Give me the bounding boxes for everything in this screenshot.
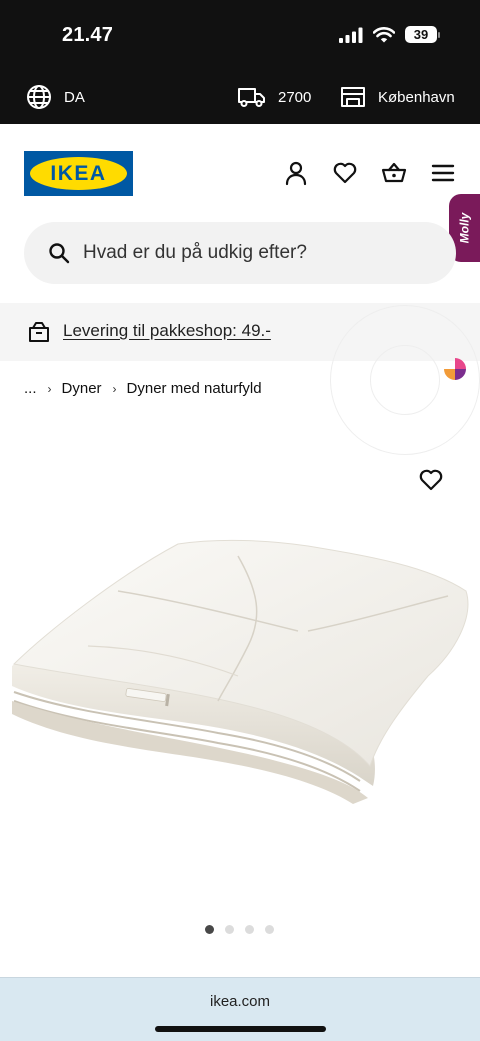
store-selector[interactable]: København <box>340 70 455 124</box>
ikea-logo[interactable]: IKEA <box>24 151 133 196</box>
menu-icon[interactable] <box>430 160 456 186</box>
breadcrumb-item[interactable]: Dyner med naturfyld <box>127 380 262 397</box>
status-icons: 39 <box>339 26 440 43</box>
language-label: DA <box>64 88 85 106</box>
store-icon <box>341 87 365 107</box>
breadcrumb-ellipsis[interactable]: ... <box>24 380 37 397</box>
status-time: 21.47 <box>62 24 114 46</box>
carousel-dot[interactable] <box>265 925 274 934</box>
status-bar: 21.47 39 <box>0 0 480 70</box>
top-bar: DA 2700 København <box>0 70 480 124</box>
truck-icon <box>238 88 265 107</box>
image-carousel-dots <box>205 925 274 934</box>
product-image-duvet[interactable] <box>8 536 472 806</box>
heart-icon[interactable] <box>332 160 358 186</box>
carousel-dot[interactable] <box>225 925 234 934</box>
carousel-dot[interactable] <box>245 925 254 934</box>
url-text: ikea.com <box>209 993 271 1010</box>
pinwheel-icon <box>444 358 466 380</box>
basket-icon[interactable] <box>381 160 407 186</box>
profile-icon[interactable] <box>283 160 309 186</box>
wifi-icon <box>373 26 395 42</box>
site-header: IKEA <box>0 124 480 224</box>
globe-icon <box>27 85 51 109</box>
search-icon <box>49 243 70 264</box>
search-input[interactable]: Hvad er du på udkig efter? <box>24 222 456 284</box>
molly-label: Molly <box>457 212 472 244</box>
home-indicator[interactable] <box>155 1026 326 1032</box>
postal-code: 2700 <box>278 88 312 106</box>
search-placeholder: Hvad er du på udkig efter? <box>83 242 307 263</box>
chevron-right-icon: › <box>112 381 117 396</box>
delivery-link[interactable]: Levering til pakkeshop: 49.- <box>63 321 271 341</box>
delivery-banner: Levering til pakkeshop: 49.- <box>0 303 480 361</box>
parcel-shop-icon <box>29 322 49 342</box>
browser-address-bar[interactable]: ikea.com <box>0 977 480 1041</box>
add-to-wishlist-heart-icon[interactable] <box>418 467 444 493</box>
battery-level: 39 <box>405 26 437 43</box>
signal-icon <box>339 27 363 43</box>
logo-text: IKEA <box>50 161 107 185</box>
battery-icon: 39 <box>405 26 440 43</box>
breadcrumb: ... › Dyner › Dyner med naturfyld <box>24 380 262 397</box>
delivery-postal-selector[interactable]: 2700 <box>238 70 311 124</box>
chevron-right-icon: › <box>47 381 52 396</box>
store-name: København <box>378 88 455 106</box>
breadcrumb-item[interactable]: Dyner <box>62 380 102 397</box>
carousel-dot[interactable] <box>205 925 214 934</box>
language-selector[interactable]: DA <box>26 70 85 124</box>
